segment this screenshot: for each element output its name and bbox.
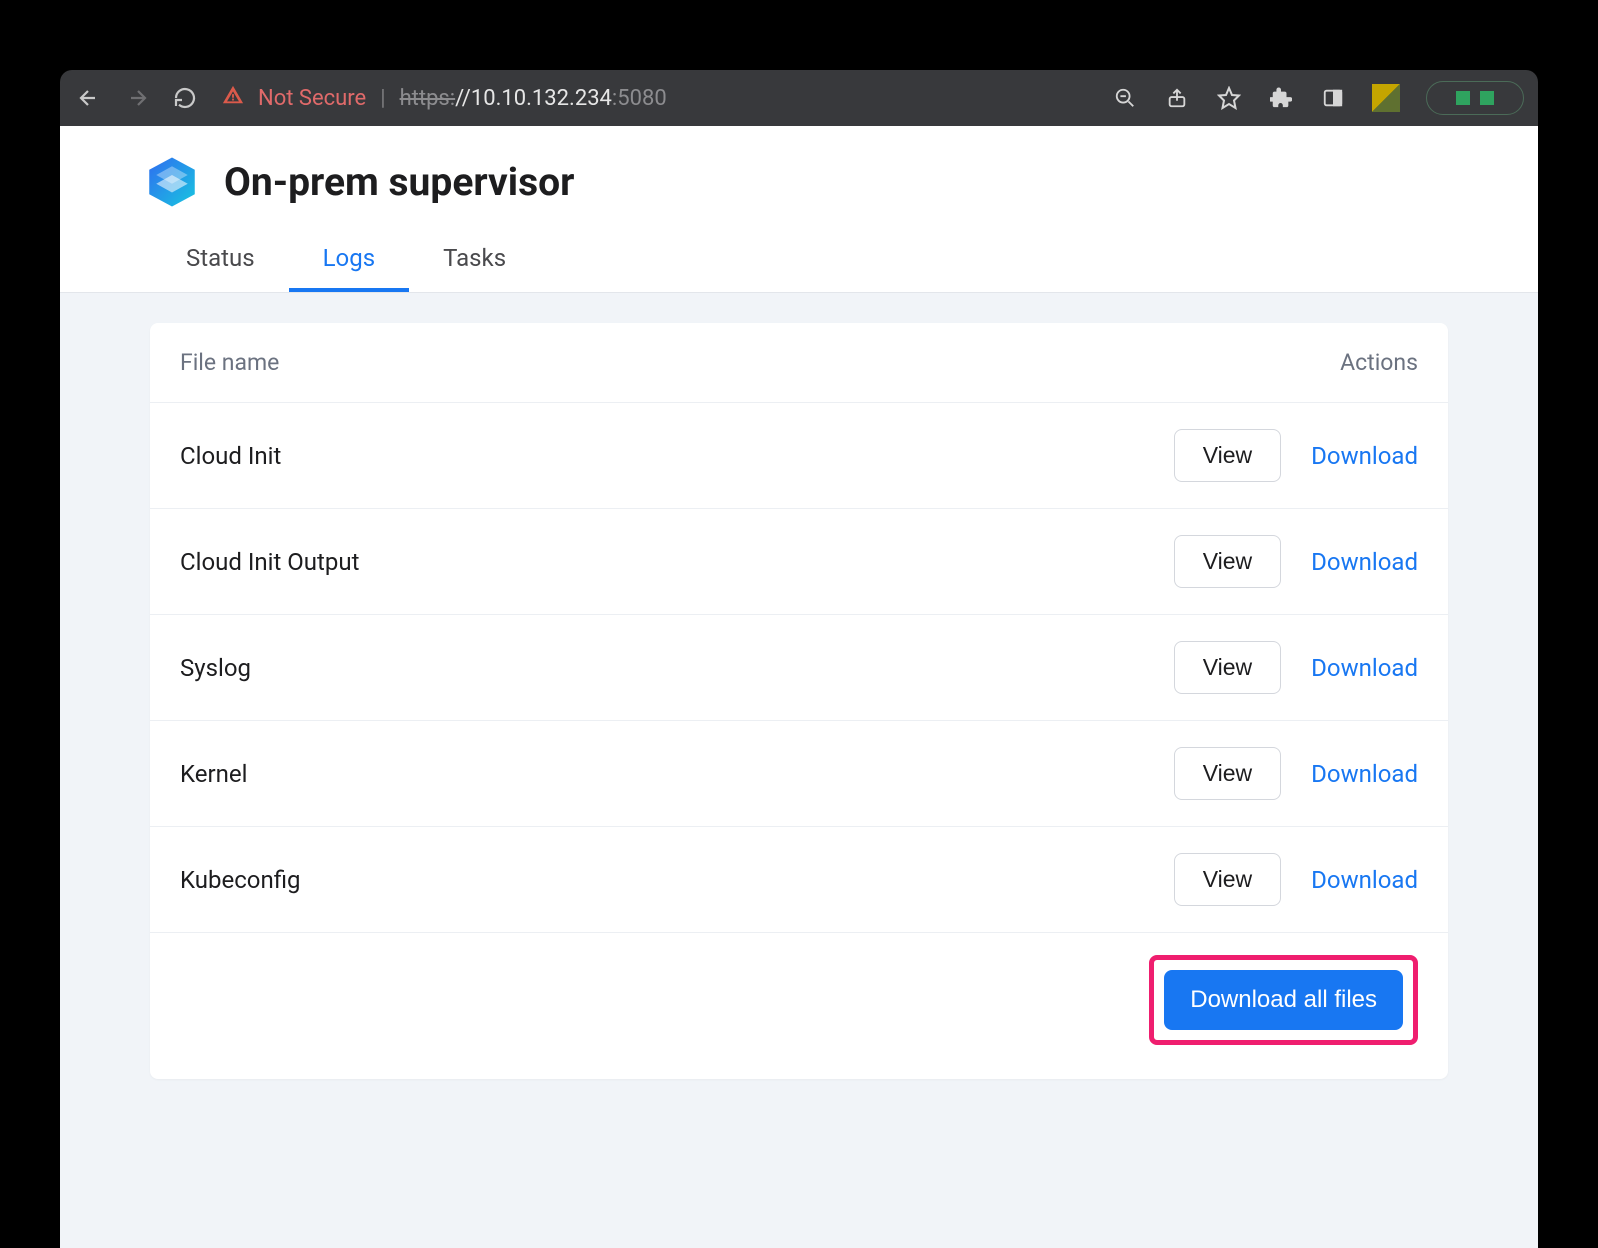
status-dot-icon	[1456, 91, 1470, 105]
warning-icon	[222, 84, 244, 112]
table-row: Cloud Init View Download	[150, 403, 1448, 509]
zoom-out-icon[interactable]	[1112, 85, 1138, 111]
tab-tasks[interactable]: Tasks	[409, 230, 540, 292]
table-footer: Download all files	[150, 933, 1448, 1079]
panel-icon[interactable]	[1320, 85, 1346, 111]
view-button[interactable]: View	[1174, 641, 1281, 694]
view-button[interactable]: View	[1174, 747, 1281, 800]
share-icon[interactable]	[1164, 85, 1190, 111]
browser-toolbar: Not Secure | https://10.10.132.234:5080	[60, 70, 1538, 126]
reload-button[interactable]	[170, 83, 200, 113]
view-button[interactable]: View	[1174, 853, 1281, 906]
download-link[interactable]: Download	[1311, 866, 1418, 894]
logs-table: File name Actions Cloud Init View Downlo…	[150, 323, 1448, 1079]
download-link[interactable]: Download	[1311, 548, 1418, 576]
view-button[interactable]: View	[1174, 535, 1281, 588]
address-bar[interactable]: Not Secure | https://10.10.132.234:5080	[222, 84, 667, 112]
col-file-name: File name	[180, 349, 279, 376]
file-name: Kernel	[180, 760, 247, 788]
app-logo-icon	[144, 154, 200, 210]
profile-avatar[interactable]	[1372, 84, 1400, 112]
download-link[interactable]: Download	[1311, 654, 1418, 682]
tab-status[interactable]: Status	[152, 230, 289, 292]
content-area: File name Actions Cloud Init View Downlo…	[60, 293, 1538, 1248]
file-name: Cloud Init	[180, 442, 281, 470]
tab-bar: Status Logs Tasks	[60, 230, 1538, 293]
not-secure-label: Not Secure	[258, 86, 366, 111]
browser-window: Not Secure | https://10.10.132.234:5080	[60, 70, 1538, 1248]
table-header: File name Actions	[150, 323, 1448, 403]
tab-logs[interactable]: Logs	[289, 230, 409, 292]
table-row: Kubeconfig View Download	[150, 827, 1448, 933]
toolbar-right	[1112, 81, 1524, 115]
page-header: On-prem supervisor Status Logs Tasks	[60, 126, 1538, 293]
download-link[interactable]: Download	[1311, 442, 1418, 470]
page-content: On-prem supervisor Status Logs Tasks Fil…	[60, 126, 1538, 1248]
forward-button[interactable]	[122, 83, 152, 113]
status-pill[interactable]	[1426, 81, 1524, 115]
status-dot-icon	[1480, 91, 1494, 105]
download-all-button[interactable]: Download all files	[1164, 970, 1403, 1030]
table-row: Syslog View Download	[150, 615, 1448, 721]
extensions-icon[interactable]	[1268, 85, 1294, 111]
file-name: Syslog	[180, 654, 251, 682]
download-link[interactable]: Download	[1311, 760, 1418, 788]
highlight-annotation: Download all files	[1149, 955, 1418, 1045]
file-name: Cloud Init Output	[180, 548, 359, 576]
view-button[interactable]: View	[1174, 429, 1281, 482]
star-icon[interactable]	[1216, 85, 1242, 111]
url-text: https://10.10.132.234:5080	[400, 86, 667, 111]
separator: |	[380, 86, 385, 111]
col-actions: Actions	[1340, 349, 1418, 376]
page-title: On-prem supervisor	[224, 159, 574, 205]
table-row: Cloud Init Output View Download	[150, 509, 1448, 615]
file-name: Kubeconfig	[180, 866, 301, 894]
table-row: Kernel View Download	[150, 721, 1448, 827]
back-button[interactable]	[74, 83, 104, 113]
